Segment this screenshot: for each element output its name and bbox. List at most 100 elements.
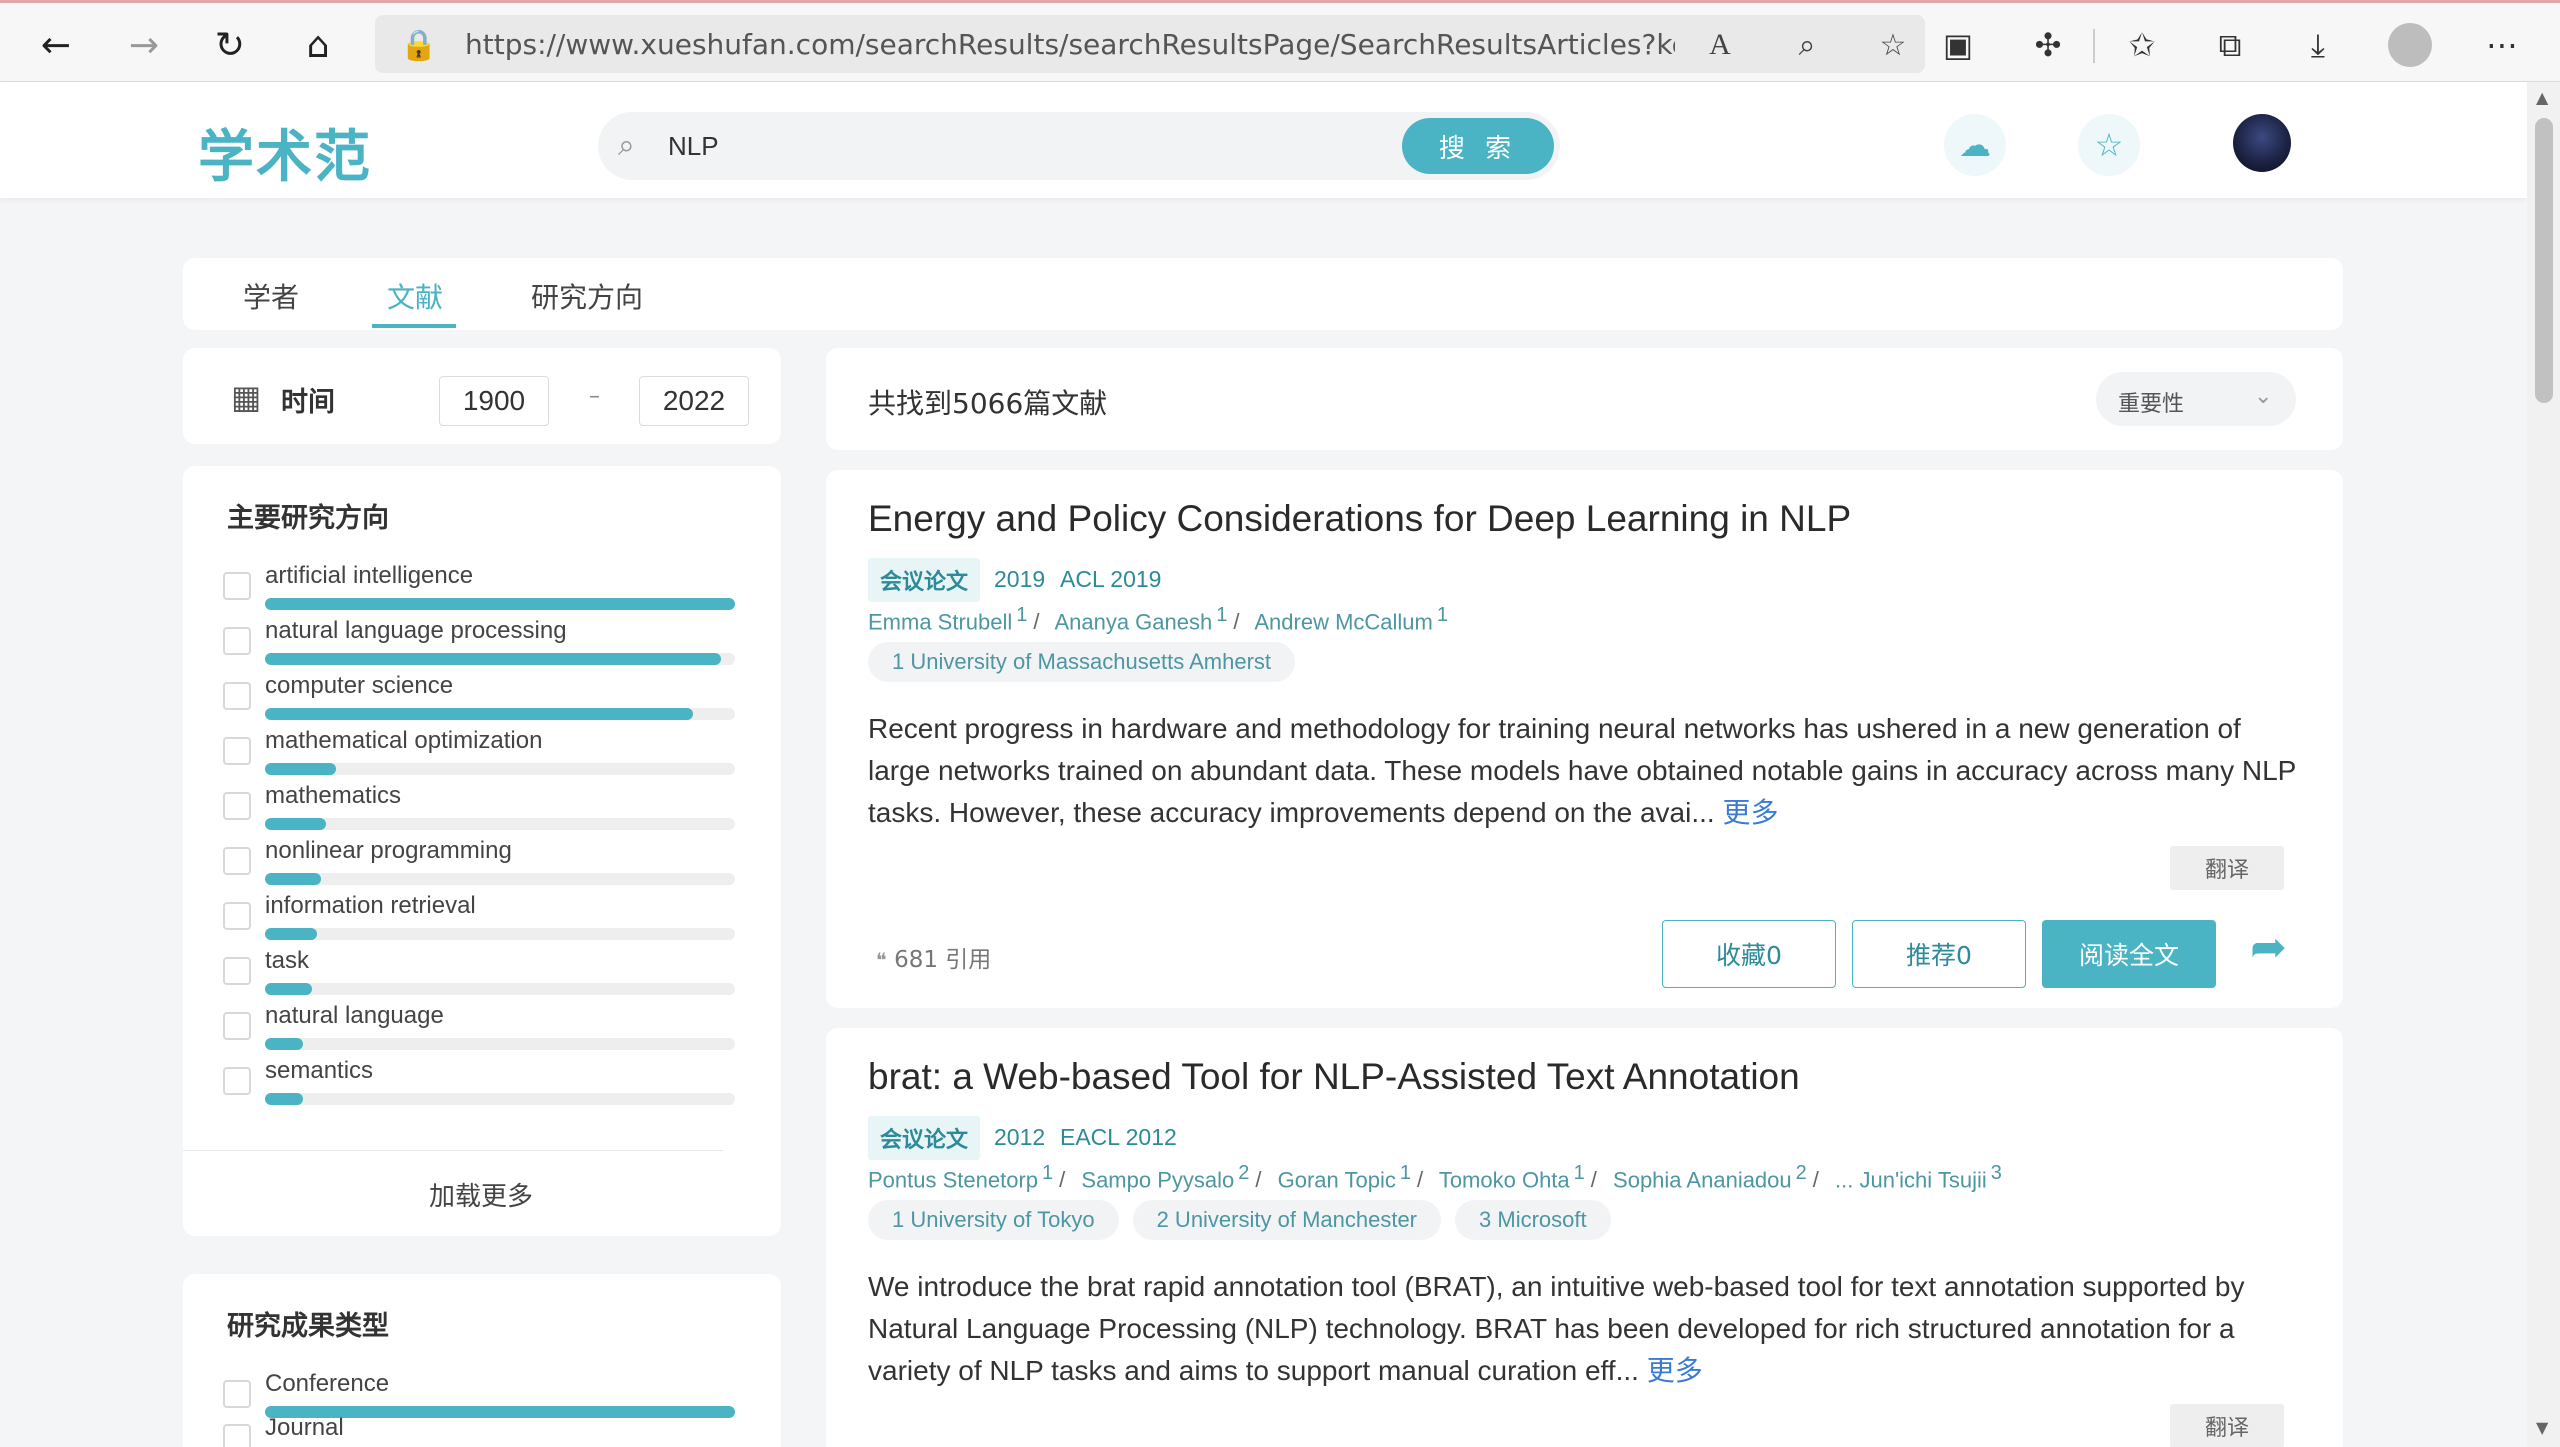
facet-label: computer science: [265, 672, 454, 699]
url-text[interactable]: https://www.xueshufan.com/searchResults/…: [465, 28, 1675, 61]
facet-item[interactable]: computer science: [223, 672, 735, 726]
author-name[interactable]: Pontus Stenetorp: [868, 1167, 1038, 1192]
forward-icon[interactable]: →: [116, 17, 172, 73]
chevron-down-icon: ⌄: [2254, 384, 2273, 409]
article-venue[interactable]: EACL 2012: [1060, 1124, 1177, 1151]
home-icon[interactable]: ⌂: [290, 17, 346, 73]
facet-checkbox[interactable]: [223, 792, 251, 820]
author-name[interactable]: Sampo Pyysalo: [1081, 1167, 1234, 1192]
facet-checkbox[interactable]: [223, 737, 251, 765]
upload-icon[interactable]: ☁: [1944, 114, 2006, 176]
author-name[interactable]: Emma Strubell: [868, 609, 1012, 634]
address-bar[interactable]: 🔒 https://www.xueshufan.com/searchResult…: [375, 15, 1925, 73]
scrollbar-thumb[interactable]: [2535, 118, 2553, 403]
article-year: 2012: [994, 1124, 1046, 1150]
affiliation-tag[interactable]: 1 University of Massachusetts Amherst: [868, 642, 1296, 682]
article-venue[interactable]: ACL 2019: [1060, 566, 1161, 593]
translate-button[interactable]: 翻译: [2170, 846, 2284, 890]
facet-checkbox[interactable]: [223, 627, 251, 655]
extensions-icon[interactable]: ✣: [2024, 21, 2072, 69]
year-from-input[interactable]: [439, 376, 549, 426]
zoom-icon[interactable]: ⌕: [1787, 25, 1827, 65]
search-button[interactable]: 搜 索: [1402, 118, 1554, 174]
facet-checkbox[interactable]: [223, 1380, 251, 1408]
facet-item[interactable]: natural language processing: [223, 617, 735, 671]
affiliation-tag[interactable]: 3 Microsoft: [1455, 1200, 1611, 1240]
share-icon[interactable]: ➦: [2250, 922, 2287, 973]
author-aff-index: 1: [1216, 604, 1228, 626]
facet-checkbox[interactable]: [223, 847, 251, 875]
scroll-up-icon[interactable]: ▲: [2536, 88, 2548, 107]
more-link[interactable]: 更多: [1647, 1355, 1703, 1386]
facet-checkbox[interactable]: [223, 1067, 251, 1095]
favorites-icon[interactable]: ✩: [2118, 21, 2166, 69]
author-name[interactable]: Ananya Ganesh: [1054, 609, 1212, 634]
facet-item[interactable]: task: [223, 947, 735, 1001]
facet-item[interactable]: mathematical optimization: [223, 727, 735, 781]
favorite-add-icon[interactable]: ☆: [1873, 25, 1913, 65]
search-input[interactable]: [668, 126, 1368, 166]
facet-checkbox[interactable]: [223, 902, 251, 930]
avatar[interactable]: [2233, 114, 2291, 172]
facet-bar-fill: [265, 1093, 303, 1105]
favorite-icon[interactable]: ☆: [2078, 114, 2140, 176]
load-more-button[interactable]: 加载更多: [429, 1176, 533, 1213]
year-separator: –: [589, 384, 600, 409]
article-type-badge: 会议论文: [868, 1116, 981, 1160]
collections-icon[interactable]: ⧉: [2206, 21, 2254, 69]
profile-icon[interactable]: [2386, 21, 2434, 69]
affiliation-tag[interactable]: 2 University of Manchester: [1132, 1200, 1442, 1240]
facet-checkbox[interactable]: [223, 682, 251, 710]
facet-checkbox[interactable]: [223, 1424, 251, 1447]
facet-checkbox[interactable]: [223, 1012, 251, 1040]
facet-item[interactable]: mathematics: [223, 782, 735, 836]
facet-item[interactable]: nonlinear programming: [223, 837, 735, 891]
article-title[interactable]: Energy and Policy Considerations for Dee…: [868, 498, 1851, 540]
facet-bar-track: [265, 928, 735, 940]
recommend-button[interactable]: 推荐0: [1852, 920, 2026, 988]
read-fulltext-button[interactable]: 阅读全文: [2042, 920, 2216, 988]
tab-literature[interactable]: 文献: [387, 276, 443, 316]
translate-button[interactable]: 翻译: [2170, 1404, 2284, 1447]
facet-bar-track: [265, 818, 735, 830]
page-scrollbar[interactable]: ▲ ▼: [2527, 82, 2560, 1447]
facet-item[interactable]: artificial intelligence: [223, 562, 735, 616]
facet-label: Journal: [265, 1414, 344, 1441]
sort-select[interactable]: 重要性 ⌄: [2096, 372, 2296, 426]
facet-bar-track: [265, 653, 735, 665]
scroll-down-icon[interactable]: ▼: [2536, 1418, 2548, 1437]
site-logo[interactable]: 学术范: [198, 112, 372, 193]
more-menu-icon[interactable]: ⋯: [2478, 21, 2526, 69]
facet-item[interactable]: semantics: [223, 1057, 735, 1111]
tab-scholars[interactable]: 学者: [243, 276, 299, 316]
extension-app-icon[interactable]: ▣: [1934, 21, 1982, 69]
author-name[interactable]: ... Jun'ichi Tsujii: [1835, 1167, 1987, 1192]
more-link[interactable]: 更多: [1722, 797, 1778, 828]
facet-checkbox[interactable]: [223, 572, 251, 600]
author-separator: /: [1033, 609, 1040, 635]
author-name[interactable]: Tomoko Ohta: [1439, 1167, 1570, 1192]
year-to-input[interactable]: [639, 376, 749, 426]
author-name[interactable]: Andrew McCallum: [1254, 609, 1433, 634]
facet-item[interactable]: information retrieval: [223, 892, 735, 946]
author-aff-index: 1: [1436, 604, 1448, 626]
facet-item[interactable]: natural language: [223, 1002, 735, 1056]
affiliation-list: 1 University of Tokyo 2 University of Man…: [868, 1200, 1625, 1240]
research-field-facet: 主要研究方向 artificial intelligence natural la…: [183, 466, 781, 1236]
facet-item[interactable]: Journal: [223, 1414, 723, 1447]
read-aloud-icon[interactable]: A: [1700, 25, 1740, 65]
back-icon[interactable]: ←: [28, 17, 84, 73]
downloads-icon[interactable]: ⤓: [2294, 21, 2342, 69]
tab-research-fields[interactable]: 研究方向: [531, 276, 643, 316]
quote-icon: ❝: [876, 948, 887, 972]
facet-label: information retrieval: [265, 892, 476, 919]
affiliation-tag[interactable]: 1 University of Tokyo: [868, 1200, 1119, 1240]
collect-button[interactable]: 收藏0: [1662, 920, 1836, 988]
author-name[interactable]: Sophia Ananiadou: [1613, 1167, 1792, 1192]
refresh-icon[interactable]: ↻: [202, 17, 258, 73]
facet-checkbox[interactable]: [223, 957, 251, 985]
author-name[interactable]: Goran Topic: [1278, 1167, 1396, 1192]
lock-icon[interactable]: 🔒: [399, 25, 439, 65]
author-aff-index: 1: [1573, 1162, 1585, 1184]
article-title[interactable]: brat: a Web-based Tool for NLP-Assisted …: [868, 1056, 1800, 1098]
